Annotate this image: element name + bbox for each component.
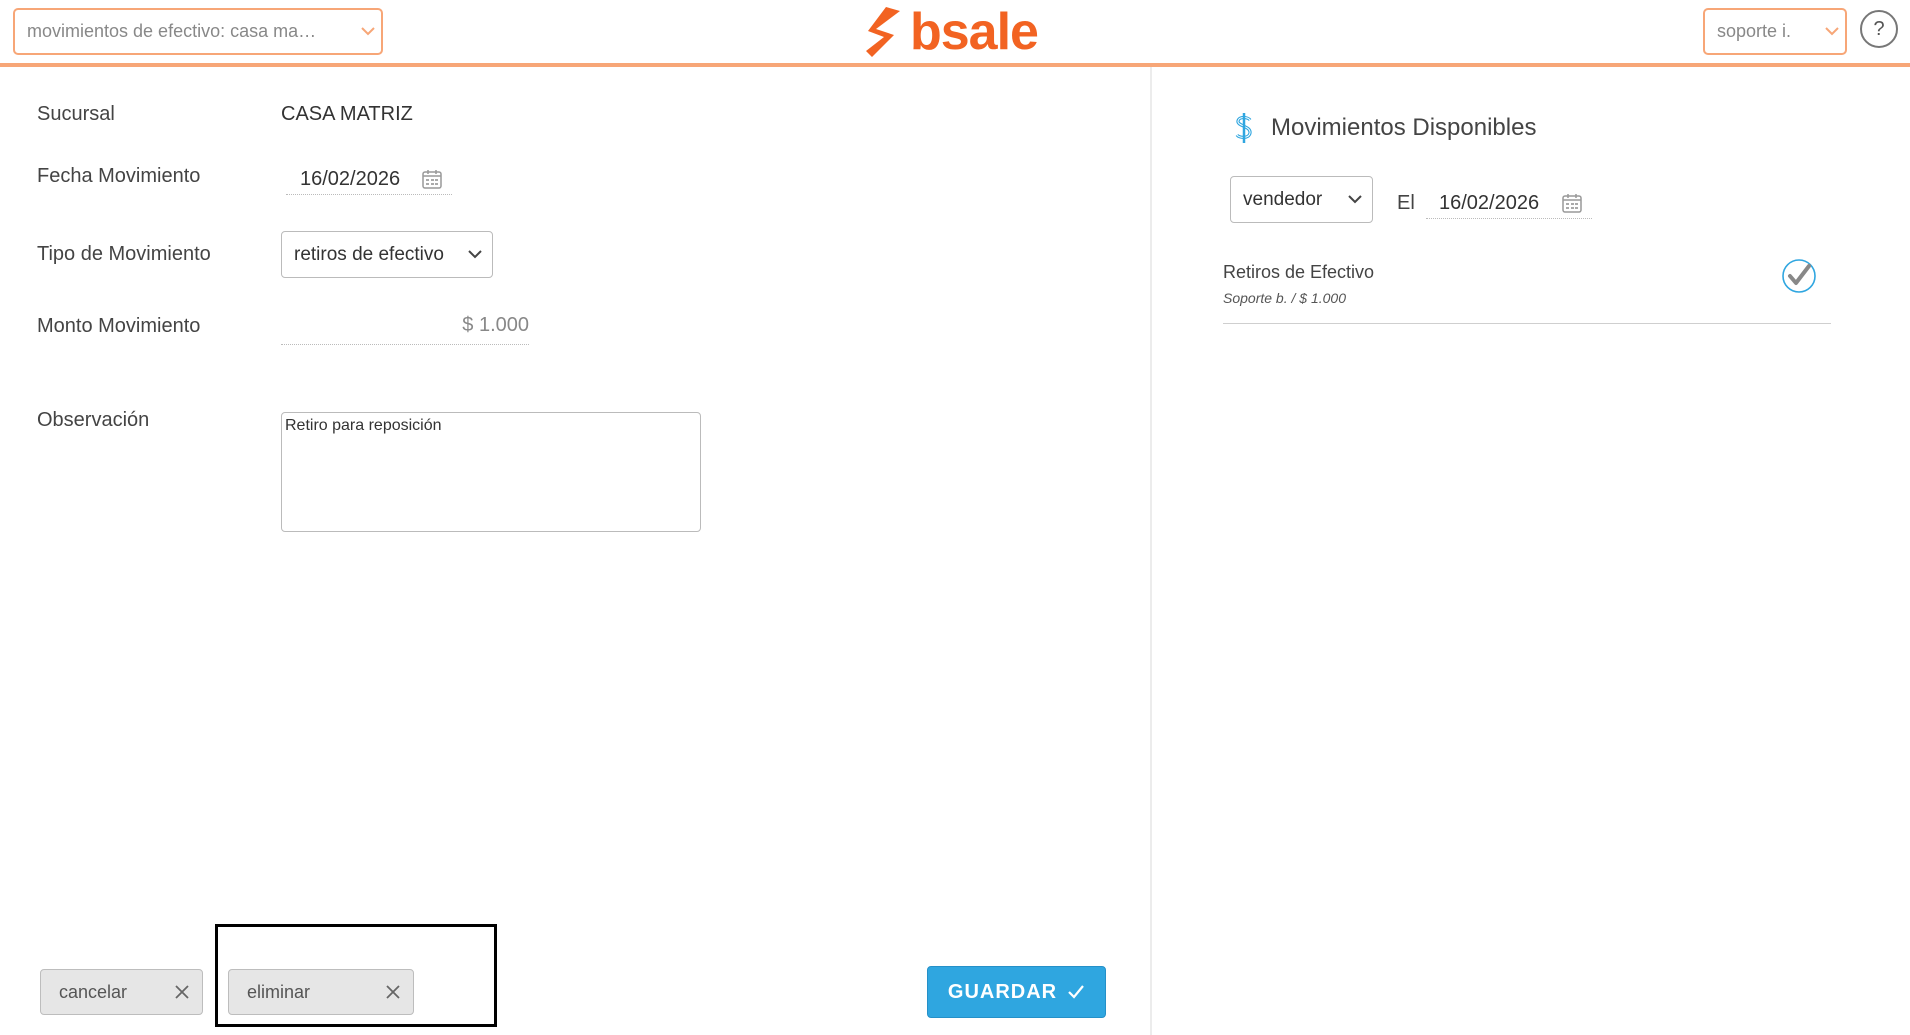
module-select-label: movimientos de efectivo: casa ma… <box>27 21 317 41</box>
save-button-label: GUARDAR <box>947 980 1058 1003</box>
calendar-icon[interactable] <box>422 169 442 189</box>
check-icon <box>1067 984 1085 1000</box>
user-select-label: soporte i. <box>1717 21 1792 41</box>
fecha-value: 16/02/2026 <box>300 167 401 190</box>
filter-date-input[interactable]: 16/02/2026 <box>1426 188 1592 219</box>
movement-detail: Soporte b. / $ 1.000 <box>1223 290 1346 306</box>
help-icon: ? <box>1873 17 1885 40</box>
monto-label: Monto Movimiento <box>37 315 201 337</box>
panel-divider <box>1150 67 1152 1035</box>
chevron-down-icon <box>355 27 381 36</box>
observacion-textarea[interactable]: Retiro para reposición <box>281 412 701 532</box>
chevron-down-icon <box>1338 195 1372 204</box>
sucursal-label: Sucursal <box>37 103 115 125</box>
top-bar: movimientos de efectivo: casa ma… bsale … <box>0 0 1910 67</box>
fecha-label: Fecha Movimiento <box>37 165 201 187</box>
available-movements-title-text: Movimientos Disponibles <box>1271 114 1537 141</box>
delete-button-label: eliminar <box>247 981 311 1002</box>
date-prefix: El <box>1397 192 1415 214</box>
check-circle-icon[interactable] <box>1781 258 1817 299</box>
movement-name: Retiros de Efectivo <box>1223 262 1375 282</box>
calendar-icon[interactable] <box>1562 193 1582 213</box>
help-button[interactable]: ? <box>1860 10 1898 48</box>
brand-name: bsale <box>910 3 1039 61</box>
monto-value: $ 1.000 <box>462 314 529 336</box>
sucursal-value: CASA MATRIZ <box>281 103 413 125</box>
user-select[interactable]: soporte i. <box>1703 8 1847 55</box>
list-item[interactable]: Retiros de Efectivo Soporte b. / $ 1.000 <box>1223 258 1831 324</box>
chevron-down-icon <box>1819 27 1845 36</box>
dollar-icon <box>1233 112 1255 144</box>
cancel-button-label: cancelar <box>59 981 128 1002</box>
brand-logo: bsale <box>864 3 1039 61</box>
observacion-label: Observación <box>37 409 150 431</box>
delete-button[interactable]: eliminar <box>228 969 414 1015</box>
save-button[interactable]: GUARDAR <box>927 966 1106 1018</box>
vendedor-select[interactable]: vendedor <box>1230 176 1373 223</box>
tipo-select-value: retiros de efectivo <box>294 243 444 265</box>
monto-input[interactable]: $ 1.000 <box>281 314 529 345</box>
cancel-button[interactable]: cancelar <box>40 969 203 1015</box>
tipo-label: Tipo de Movimiento <box>37 243 211 265</box>
brand-logo-mark <box>866 7 900 57</box>
vendedor-select-value: vendedor <box>1243 188 1323 210</box>
module-select[interactable]: movimientos de efectivo: casa ma… <box>13 8 383 55</box>
close-icon <box>373 985 413 999</box>
available-movements-title: Movimientos Disponibles <box>1233 112 1536 144</box>
tipo-select[interactable]: retiros de efectivo <box>281 231 493 278</box>
fecha-input[interactable]: 16/02/2026 <box>286 164 452 195</box>
chevron-down-icon <box>458 250 492 259</box>
close-icon <box>162 985 202 999</box>
filter-date-value: 16/02/2026 <box>1439 191 1540 214</box>
